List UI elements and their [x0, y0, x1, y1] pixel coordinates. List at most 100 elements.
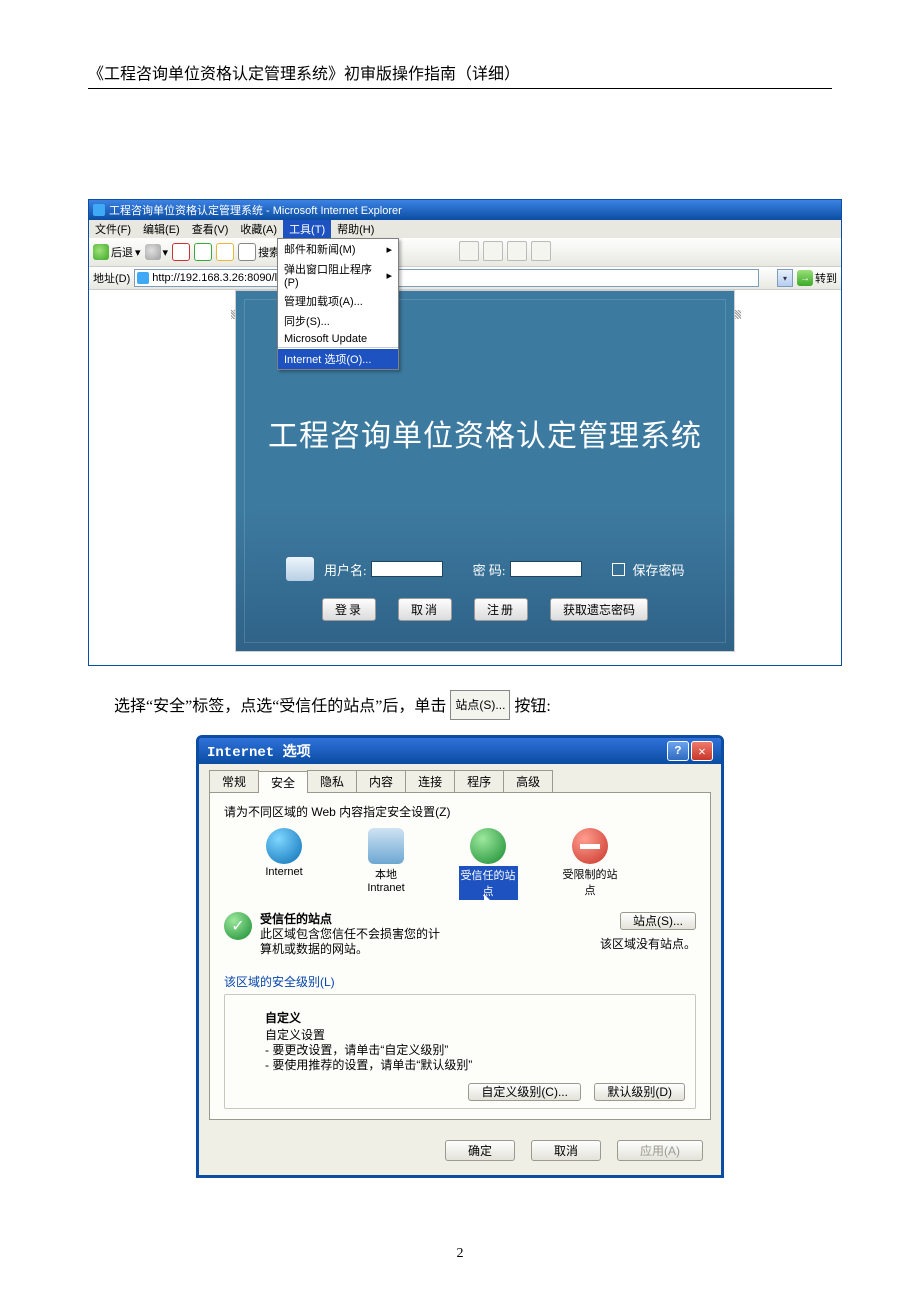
trusted-group: ✓ 受信任的站点 此区域包含您信任不会损害您的计 算机或数据的网站。 站点(S)… [224, 912, 696, 963]
address-label: 地址(D) [93, 270, 130, 286]
address-dropdown[interactable]: ▾ [777, 269, 793, 287]
security-panel: 请为不同区域的 Web 内容指定安全设置(Z) Internet 本地 Intr… [209, 792, 711, 1120]
ok-button[interactable]: 确定 [445, 1140, 515, 1161]
password-label: 密 码: [473, 560, 506, 579]
sites-button[interactable]: 站点(S)... [620, 912, 696, 930]
address-input[interactable]: http://192.168.3.26:8090/lo [134, 269, 759, 287]
ie-content: 工程咨询单位资格认定管理系统 用户名: 密 码: 保存密码 登录 取消 注册 [89, 290, 841, 665]
tools-update[interactable]: Microsoft Update [278, 331, 398, 347]
document-header: 《工程咨询单位资格认定管理系统》初审版操作指南（详细） [88, 60, 832, 89]
custom-heading: 自定义 [265, 1011, 685, 1026]
tab-content[interactable]: 内容 [356, 770, 406, 792]
zone-local-intranet[interactable]: 本地 Intranet [346, 828, 426, 900]
help-button[interactable]: ? [667, 741, 689, 761]
ie-window: 工程咨询单位资格认定管理系统 - Microsoft Internet Expl… [88, 199, 842, 666]
menu-edit[interactable]: 编辑(E) [137, 220, 186, 238]
zone-label: 本地 Intranet [346, 866, 426, 894]
frame-grip [735, 310, 741, 319]
instruction-text: 选择“安全”标签，点选“受信任的站点”后，单击 站点(S)... 按钮: [88, 690, 832, 721]
forgot-button[interactable]: 获取遗忘密码 [550, 598, 648, 621]
search-icon [238, 243, 256, 261]
tools-dropdown: 邮件和新闻(M)▸ 弹出窗口阻止程序(P)▸ 管理加载项(A)... 同步(S)… [277, 238, 399, 370]
tab-advanced[interactable]: 高级 [503, 770, 553, 792]
username-input[interactable] [371, 561, 443, 577]
internet-options-dialog: Internet 选项 ? ✕ 常规 安全 隐私 内容 连接 程序 高级 请为不… [196, 735, 724, 1178]
apply-button[interactable]: 应用(A) [617, 1140, 703, 1161]
ie-toolbar: 后退 ▾ ▾ 搜索 邮件和新闻(M)▸ 弹出窗口阻止程序(P)▸ 管理加载项(A… [89, 238, 841, 267]
ie-icon [93, 204, 105, 216]
zone-trusted-sites[interactable]: 受信任的站 点 [448, 828, 528, 900]
trusted-heading: 受信任的站点 [260, 912, 332, 926]
zone-restricted-sites[interactable]: 受限制的站 点 [550, 828, 630, 900]
tab-privacy[interactable]: 隐私 [307, 770, 357, 792]
app-title: 工程咨询单位资格认定管理系统 [236, 411, 734, 455]
tab-connections[interactable]: 连接 [405, 770, 455, 792]
addon-icon[interactable] [507, 241, 527, 261]
username-label: 用户名: [324, 560, 367, 579]
stop-icon[interactable] [172, 243, 190, 261]
close-button[interactable]: ✕ [691, 741, 713, 761]
refresh-icon[interactable] [194, 243, 212, 261]
password-input[interactable] [510, 561, 582, 577]
login-row: 用户名: 密 码: 保存密码 [286, 557, 704, 581]
default-level-button[interactable]: 默认级别(D) [594, 1083, 685, 1101]
forward-button[interactable]: ▾ [145, 244, 169, 260]
ie-address-bar: 地址(D) http://192.168.3.26:8090/lo ▾ →转到 [89, 267, 841, 290]
tab-general[interactable]: 常规 [209, 770, 259, 792]
addon-icon[interactable] [459, 241, 479, 261]
menu-help[interactable]: 帮助(H) [331, 220, 380, 238]
toolbar-extra-icons [459, 241, 551, 261]
cancel-button[interactable]: 取消 [531, 1140, 601, 1161]
go-icon: → [797, 270, 813, 286]
trusted-desc: 此区域包含您信任不会损害您的计 算机或数据的网站。 [260, 927, 440, 957]
address-url: http://192.168.3.26:8090/lo [152, 272, 283, 284]
dialog-title: Internet 选项 [207, 741, 311, 761]
zones-list: Internet 本地 Intranet 受信任的站 点 受限制的站 点 [224, 828, 696, 900]
menu-tools[interactable]: 工具(T) [283, 220, 331, 238]
check-icon: ✓ [224, 912, 252, 940]
addon-icon[interactable] [531, 241, 551, 261]
back-button[interactable]: 后退 ▾ [93, 244, 141, 260]
login-button[interactable]: 登录 [322, 598, 376, 621]
page-icon [137, 272, 149, 284]
tab-programs[interactable]: 程序 [454, 770, 504, 792]
security-level-group: 自定义 自定义设置 - 要更改设置，请单击“自定义级别” - 要使用推荐的设置，… [224, 994, 696, 1109]
remember-checkbox[interactable] [612, 563, 625, 576]
search-button[interactable]: 搜索 [238, 243, 280, 261]
forward-icon [145, 244, 161, 260]
ie-titlebar: 工程咨询单位资格认定管理系统 - Microsoft Internet Expl… [89, 200, 841, 220]
cancel-button[interactable]: 取消 [398, 598, 452, 621]
zone-label: Internet [244, 866, 324, 878]
go-button[interactable]: →转到 [797, 270, 837, 286]
tools-internet-options[interactable]: Internet 选项(O)... [278, 349, 398, 369]
register-button[interactable]: 注册 [474, 598, 528, 621]
custom-level-button[interactable]: 自定义级别(C)... [468, 1083, 581, 1101]
intranet-icon [368, 828, 404, 864]
tab-security[interactable]: 安全 [258, 771, 308, 793]
inline-sites-button: 站点(S)... [450, 690, 510, 720]
zone-label: 受限制的站 点 [550, 866, 630, 898]
remember-label: 保存密码 [633, 560, 685, 579]
tools-sync[interactable]: 同步(S)... [278, 311, 398, 331]
home-icon[interactable] [216, 243, 234, 261]
custom-sub: 自定义设置 [265, 1028, 685, 1043]
zones-prompt: 请为不同区域的 Web 内容指定安全设置(Z) [224, 803, 696, 820]
addon-icon[interactable] [483, 241, 503, 261]
menu-file[interactable]: 文件(F) [89, 220, 137, 238]
custom-line2: - 要使用推荐的设置，请单击“默认级别” [265, 1058, 685, 1073]
restricted-icon [572, 828, 608, 864]
menu-view[interactable]: 查看(V) [186, 220, 235, 238]
tools-addons[interactable]: 管理加载项(A)... [278, 291, 398, 311]
monitor-icon [286, 557, 314, 581]
tools-popup[interactable]: 弹出窗口阻止程序(P)▸ [278, 259, 398, 291]
custom-line1: - 要更改设置，请单击“自定义级别” [265, 1043, 685, 1058]
zone-internet[interactable]: Internet [244, 828, 324, 900]
page-number: 2 [0, 1246, 920, 1262]
security-level-group-title: 该区域的安全级别(L) [224, 973, 696, 990]
menu-favorites[interactable]: 收藏(A) [234, 220, 283, 238]
no-sites-label: 该区域没有站点。 [600, 935, 696, 952]
tools-mail[interactable]: 邮件和新闻(M)▸ [278, 239, 398, 259]
back-label: 后退 [111, 244, 133, 260]
go-label: 转到 [815, 270, 837, 286]
globe-icon [266, 828, 302, 864]
